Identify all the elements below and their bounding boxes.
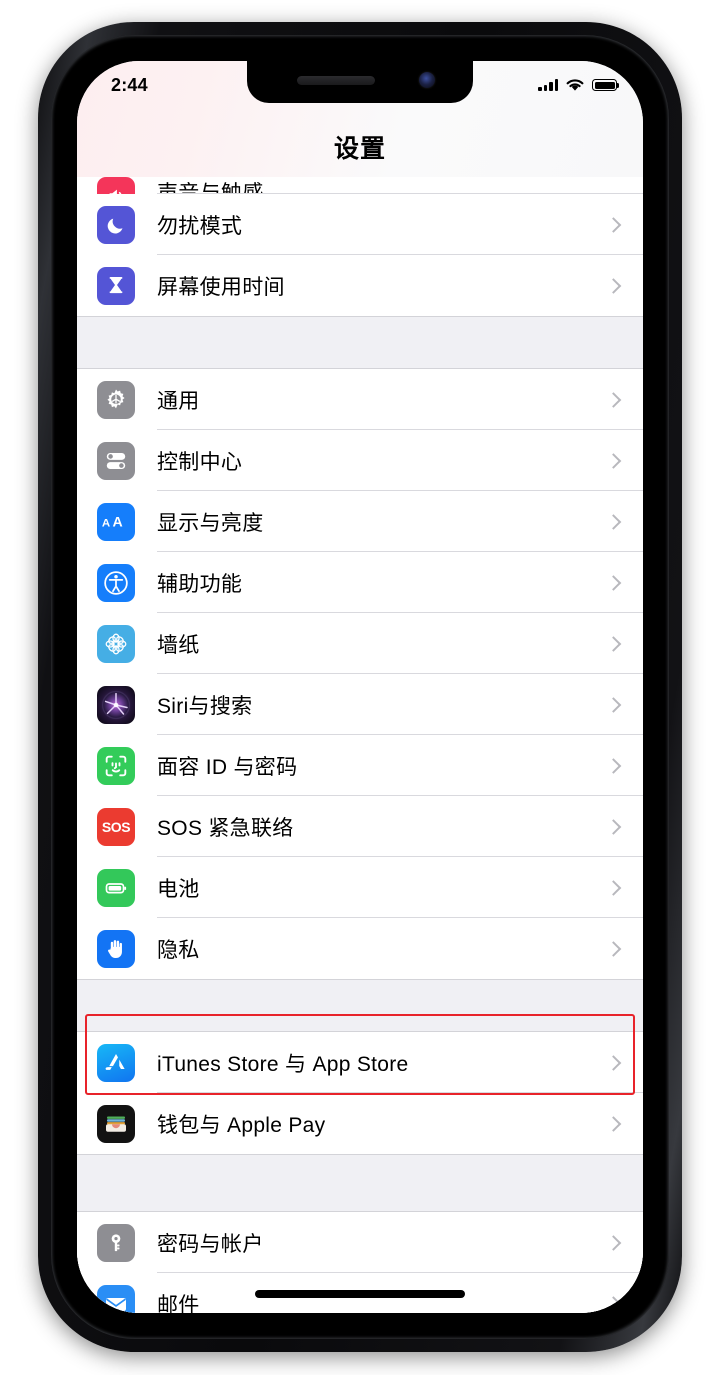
settings-row-display-brightness[interactable]: A A 显示与亮度 bbox=[77, 491, 643, 552]
chevron-right-icon bbox=[605, 879, 622, 896]
settings-row-itunes-app-store[interactable]: iTunes Store 与 App Store bbox=[77, 1032, 643, 1093]
settings-row-label: 密码与帐户 bbox=[157, 1232, 264, 1256]
settings-row-label: Siri与搜索 bbox=[157, 694, 253, 718]
settings-row-siri-search[interactable]: Siri与搜索 bbox=[77, 674, 643, 735]
group-separator bbox=[77, 316, 643, 369]
chevron-right-icon bbox=[605, 1295, 622, 1312]
settings-row-wallet-apple-pay[interactable]: 钱包与 Apple Pay bbox=[77, 1093, 643, 1154]
page-title: 设置 bbox=[333, 135, 386, 163]
settings-row-general[interactable]: 通用 bbox=[77, 369, 643, 430]
settings-row-privacy[interactable]: 隐私 bbox=[77, 918, 643, 979]
battery-icon bbox=[97, 868, 135, 907]
settings-row-wallpaper[interactable]: 墙纸 bbox=[77, 613, 643, 674]
wifi-icon bbox=[566, 79, 584, 91]
battery-icon bbox=[592, 79, 620, 91]
chevron-right-icon bbox=[605, 757, 622, 774]
screen-bezel: 设置 2:44 声音与触感 勿扰模式 屏幕使用时间 通用 控制中心 A A 显示… bbox=[51, 35, 669, 1339]
gear-icon bbox=[97, 380, 135, 419]
settings-row-accessibility[interactable]: 辅助功能 bbox=[77, 552, 643, 613]
key-icon bbox=[97, 1223, 135, 1262]
front-camera-icon bbox=[419, 72, 435, 88]
wallet-icon bbox=[97, 1104, 135, 1143]
aa-text-icon: A A bbox=[97, 502, 135, 541]
settings-row-label: 钱包与 Apple Pay bbox=[157, 1113, 326, 1137]
settings-row-battery[interactable]: 电池 bbox=[77, 857, 643, 918]
settings-row-label: 隐私 bbox=[157, 938, 200, 962]
chevron-right-icon bbox=[605, 574, 622, 591]
home-indicator[interactable] bbox=[255, 1290, 465, 1298]
svg-text:A: A bbox=[102, 517, 110, 529]
chevron-right-icon bbox=[605, 216, 622, 233]
chevron-right-icon bbox=[605, 940, 622, 957]
earpiece-speaker-icon bbox=[297, 76, 375, 85]
settings-group-store: iTunes Store 与 App Store 钱包与 Apple Pay bbox=[77, 1032, 643, 1154]
chevron-right-icon bbox=[605, 277, 622, 294]
settings-row-control-center[interactable]: 控制中心 bbox=[77, 430, 643, 491]
chevron-right-icon bbox=[605, 452, 622, 469]
chevron-right-icon bbox=[605, 1234, 622, 1251]
group-separator bbox=[77, 1154, 643, 1212]
settings-row-screen-time[interactable]: 屏幕使用时间 bbox=[77, 255, 643, 316]
flower-icon bbox=[97, 624, 135, 663]
svg-text:A: A bbox=[112, 513, 122, 529]
settings-group-system: 通用 控制中心 A A 显示与亮度 辅助功能 墙纸 Siri与搜索 面容 ID … bbox=[77, 369, 643, 979]
settings-row-label: 墙纸 bbox=[157, 633, 200, 657]
face-id-icon bbox=[97, 746, 135, 785]
settings-row-do-not-disturb[interactable]: 勿扰模式 bbox=[77, 194, 643, 255]
hourglass-icon bbox=[97, 266, 135, 305]
display-notch bbox=[247, 61, 473, 103]
settings-row-label: 控制中心 bbox=[157, 450, 243, 474]
settings-row-label: 辅助功能 bbox=[157, 572, 243, 596]
hand-icon bbox=[97, 929, 135, 968]
settings-group-notifications: 声音与触感 勿扰模式 屏幕使用时间 bbox=[77, 177, 643, 316]
sos-icon: SOS bbox=[97, 807, 135, 846]
chevron-right-icon bbox=[605, 696, 622, 713]
chevron-right-icon bbox=[605, 635, 622, 652]
settings-row-face-id[interactable]: 面容 ID 与密码 bbox=[77, 735, 643, 796]
settings-row-label: 电池 bbox=[157, 877, 200, 901]
group-separator bbox=[77, 979, 643, 1032]
chevron-right-icon bbox=[605, 513, 622, 530]
app-store-icon bbox=[97, 1043, 135, 1082]
settings-row-label: 屏幕使用时间 bbox=[157, 275, 285, 299]
mail-icon bbox=[97, 1284, 135, 1313]
settings-row-label: 勿扰模式 bbox=[157, 214, 243, 238]
settings-row-label: 声音与触感 bbox=[157, 182, 264, 194]
settings-row-label: 显示与亮度 bbox=[157, 511, 264, 535]
iphone-screen: 设置 2:44 声音与触感 勿扰模式 屏幕使用时间 通用 控制中心 A A 显示… bbox=[77, 61, 643, 1313]
moon-icon bbox=[97, 205, 135, 244]
sounds-icon bbox=[97, 177, 135, 194]
settings-row-sounds[interactable]: 声音与触感 bbox=[77, 177, 643, 194]
settings-row-label: 面容 ID 与密码 bbox=[157, 755, 298, 779]
settings-row-passwords-accounts[interactable]: 密码与帐户 bbox=[77, 1212, 643, 1273]
chevron-right-icon bbox=[605, 391, 622, 408]
settings-row-emergency-sos[interactable]: SOS SOS 紧急联络 bbox=[77, 796, 643, 857]
iphone-device-frame: 设置 2:44 声音与触感 勿扰模式 屏幕使用时间 通用 控制中心 A A 显示… bbox=[38, 22, 682, 1352]
settings-row-label: SOS 紧急联络 bbox=[157, 816, 294, 840]
sos-icon-text: SOS bbox=[101, 818, 131, 835]
settings-row-label: iTunes Store 与 App Store bbox=[157, 1052, 409, 1076]
settings-list[interactable]: 声音与触感 勿扰模式 屏幕使用时间 通用 控制中心 A A 显示与亮度 辅助功能… bbox=[77, 177, 643, 1313]
accessibility-icon bbox=[97, 563, 135, 602]
chevron-right-icon bbox=[605, 1054, 622, 1071]
settings-row-label: 邮件 bbox=[157, 1293, 200, 1314]
chevron-right-icon bbox=[605, 818, 622, 835]
cellular-bars-icon bbox=[538, 79, 558, 91]
status-time: 2:44 bbox=[111, 74, 148, 95]
toggles-icon bbox=[97, 441, 135, 480]
chevron-right-icon bbox=[605, 1115, 622, 1132]
settings-row-label: 通用 bbox=[157, 389, 200, 413]
siri-icon bbox=[97, 685, 135, 724]
